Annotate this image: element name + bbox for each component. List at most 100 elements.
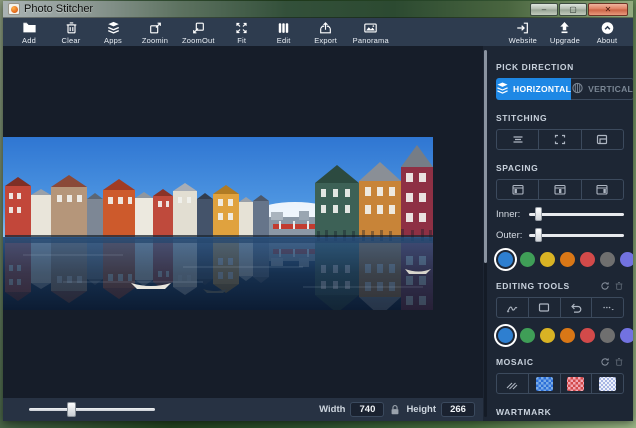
- mosaic-options: [496, 373, 624, 394]
- stitch-lines-button[interactable]: [497, 130, 538, 149]
- mosaic-blue-texture: [536, 377, 553, 391]
- settings-sidebar: PICK DIRECTION HORIZONTAL VERTICAL STITC…: [483, 46, 633, 421]
- zoom-in-button[interactable]: Zoomin: [135, 18, 175, 46]
- inner-spacing-label: Inner:: [496, 209, 529, 220]
- sidebar-scrollbar[interactable]: [484, 50, 487, 263]
- mosaic-label: MOSAIC: [496, 357, 534, 367]
- direction-toggle: HORIZONTAL VERTICAL: [496, 78, 624, 100]
- clear-button[interactable]: Clear: [51, 18, 91, 46]
- rectangle-tool-button[interactable]: [528, 298, 560, 317]
- outer-spacing-label: Outer:: [496, 230, 529, 241]
- stitching-label: STITCHING: [496, 113, 624, 123]
- mosaic-hatch-button[interactable]: [497, 374, 528, 393]
- height-input[interactable]: [441, 402, 475, 417]
- mosaic-delete-icon[interactable]: [614, 357, 624, 367]
- stitch-crop-line-button[interactable]: [581, 130, 623, 149]
- color-swatch[interactable]: [540, 252, 555, 267]
- canvas-area: Width Height: [3, 46, 483, 421]
- horizontal-button[interactable]: HORIZONTAL: [496, 78, 571, 100]
- spacing-color-swatches: [496, 250, 624, 268]
- inner-spacing-slider[interactable]: [529, 207, 624, 221]
- color-swatch[interactable]: [560, 252, 575, 267]
- edit-panels-icon: [276, 21, 291, 35]
- height-label: Height: [406, 404, 436, 415]
- width-label: Width: [319, 404, 345, 415]
- app-window: Photo Stitcher – ▢ ✕ Add Clear Apps: [3, 1, 633, 421]
- trash-icon: [64, 21, 79, 35]
- about-button[interactable]: About: [587, 18, 627, 46]
- layers-icon: [106, 21, 121, 35]
- title-bar: Photo Stitcher – ▢ ✕: [3, 1, 633, 18]
- upgrade-icon: [557, 21, 572, 35]
- maximize-button[interactable]: ▢: [559, 3, 587, 16]
- horizontal-layers-icon: [496, 82, 509, 96]
- draw-tool-button[interactable]: [497, 298, 528, 317]
- spacing-label: SPACING: [496, 163, 624, 173]
- more-tools-button[interactable]: [591, 298, 623, 317]
- bottom-bar: Width Height: [3, 398, 483, 421]
- spacing-right-button[interactable]: [581, 180, 623, 199]
- desktop-background: Photo Stitcher – ▢ ✕ Add Clear Apps: [0, 0, 636, 428]
- editing-delete-icon[interactable]: [614, 281, 624, 291]
- spacing-middle-button[interactable]: [538, 180, 580, 199]
- zoom-slider[interactable]: [29, 402, 155, 417]
- color-swatch[interactable]: [620, 252, 633, 267]
- sidebar-scrollbar-track: [484, 50, 487, 417]
- color-swatch[interactable]: [620, 328, 633, 343]
- color-swatch[interactable]: [580, 328, 595, 343]
- color-swatch[interactable]: [600, 252, 615, 267]
- color-swatch[interactable]: [580, 252, 595, 267]
- panorama-button[interactable]: Panorama: [348, 18, 394, 46]
- close-button[interactable]: ✕: [588, 3, 628, 16]
- mosaic-light-button[interactable]: [591, 374, 623, 393]
- upgrade-button[interactable]: Upgrade: [545, 18, 585, 46]
- mosaic-reset-icon[interactable]: [600, 357, 610, 367]
- spacing-options: [496, 179, 624, 200]
- editing-color-swatches: [496, 326, 624, 344]
- undo-button[interactable]: [560, 298, 592, 317]
- website-button[interactable]: Website: [503, 18, 543, 46]
- color-swatch[interactable]: [540, 328, 555, 343]
- vertical-button[interactable]: VERTICAL: [571, 78, 633, 100]
- zoom-out-icon: [191, 21, 206, 35]
- app-icon: [8, 3, 20, 15]
- apps-button[interactable]: Apps: [93, 18, 133, 46]
- color-swatch[interactable]: [520, 328, 535, 343]
- fit-icon: [234, 21, 249, 35]
- zoom-in-icon: [148, 21, 163, 35]
- toolbar: Add Clear Apps Zoomin ZoomOut Fit: [3, 18, 633, 46]
- website-icon: [515, 21, 530, 35]
- editing-reset-icon[interactable]: [600, 281, 610, 291]
- mosaic-blue-button[interactable]: [528, 374, 560, 393]
- pick-direction-label: PICK DIRECTION: [496, 62, 624, 72]
- export-icon: [318, 21, 333, 35]
- outer-spacing-slider[interactable]: [529, 228, 624, 242]
- mosaic-light-texture: [599, 377, 616, 391]
- editing-tools-options: [496, 297, 624, 318]
- export-button[interactable]: Export: [306, 18, 346, 46]
- zoom-out-button[interactable]: ZoomOut: [177, 18, 220, 46]
- lock-aspect-icon[interactable]: [389, 403, 401, 416]
- spacing-left-button[interactable]: [497, 180, 538, 199]
- watermark-label: WARTMARK: [496, 407, 624, 417]
- vertical-split-icon: [571, 82, 584, 96]
- editing-tools-label: EDITING TOOLS: [496, 281, 570, 291]
- add-button[interactable]: Add: [9, 18, 49, 46]
- about-icon: [600, 21, 615, 35]
- stitching-options: [496, 129, 624, 150]
- color-swatch[interactable]: [498, 328, 513, 343]
- panorama-image: [3, 137, 433, 310]
- color-swatch[interactable]: [600, 328, 615, 343]
- fit-button[interactable]: Fit: [222, 18, 262, 46]
- minimize-button[interactable]: –: [530, 3, 558, 16]
- color-swatch[interactable]: [560, 328, 575, 343]
- color-swatch[interactable]: [520, 252, 535, 267]
- stitch-crop-button[interactable]: [538, 130, 580, 149]
- mosaic-red-button[interactable]: [560, 374, 592, 393]
- color-swatch[interactable]: [498, 252, 513, 267]
- panorama-icon: [363, 21, 378, 35]
- width-input[interactable]: [350, 402, 384, 417]
- mosaic-red-texture: [567, 377, 584, 391]
- edit-button[interactable]: Edit: [264, 18, 304, 46]
- window-title: Photo Stitcher: [24, 3, 93, 15]
